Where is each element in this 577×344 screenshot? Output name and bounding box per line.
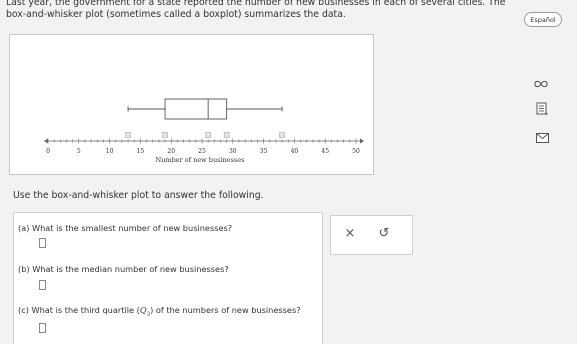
undo-button[interactable]: ↺ bbox=[376, 226, 392, 242]
clear-button[interactable]: × bbox=[342, 226, 358, 242]
boxplot-chart: 0 5 10 15 20 25 30 35 40 45 50 Number of new busin… bbox=[44, 98, 364, 164]
x-axis-label: Number of new businesses bbox=[156, 156, 245, 164]
tick-label: 0 bbox=[46, 148, 50, 155]
tick-label: 30 bbox=[229, 148, 237, 155]
tick-label: 10 bbox=[106, 148, 114, 155]
tick-label: 40 bbox=[291, 148, 299, 155]
tick-label: 45 bbox=[321, 148, 329, 155]
tick-label: 50 bbox=[352, 148, 360, 155]
x-axis-right-arrow bbox=[360, 138, 364, 144]
espanol-button[interactable]: Español bbox=[524, 12, 562, 27]
x-axis-left-arrow bbox=[44, 138, 48, 144]
data-table-icon[interactable] bbox=[536, 101, 549, 120]
answer-tools-panel: × ↺ bbox=[330, 215, 413, 255]
instructions-text: Use the box-and-whisker plot to answer t… bbox=[13, 190, 264, 201]
value-marker bbox=[279, 132, 285, 138]
problem-statement: Last year, the government for a state re… bbox=[6, 0, 506, 20]
q3-symbol: Q3 bbox=[139, 305, 151, 318]
value-marker bbox=[125, 132, 131, 138]
iqr-box bbox=[164, 98, 228, 120]
tick-label: 15 bbox=[137, 148, 145, 155]
question-a: (a) What is the smallest number of new b… bbox=[18, 223, 233, 233]
boxplot-panel: 0 5 10 15 20 25 30 35 40 45 50 Number of new busin… bbox=[9, 34, 374, 175]
answer-b-input[interactable] bbox=[39, 280, 46, 290]
answer-a-input[interactable] bbox=[39, 238, 46, 248]
envelope-icon[interactable] bbox=[536, 128, 549, 147]
value-marker bbox=[223, 132, 230, 138]
question-c: (c) What is the third quartile (Q3) of t… bbox=[18, 305, 301, 318]
tick-label: 20 bbox=[167, 148, 175, 155]
question-c-text-start: (c) What is the third quartile ( bbox=[18, 305, 140, 315]
answer-c-input[interactable] bbox=[39, 323, 46, 333]
questions-panel: (a) What is the smallest number of new b… bbox=[13, 212, 323, 344]
value-marker bbox=[205, 132, 211, 138]
tick-label: 25 bbox=[198, 148, 206, 155]
tick-label: 5 bbox=[77, 148, 81, 155]
question-c-text-end: ) of the numbers of new businesses? bbox=[150, 305, 301, 315]
tick-label: 35 bbox=[260, 148, 268, 155]
value-marker bbox=[162, 132, 168, 138]
question-b: (b) What is the median number of new bus… bbox=[18, 264, 229, 274]
infinity-icon[interactable] bbox=[534, 74, 548, 93]
